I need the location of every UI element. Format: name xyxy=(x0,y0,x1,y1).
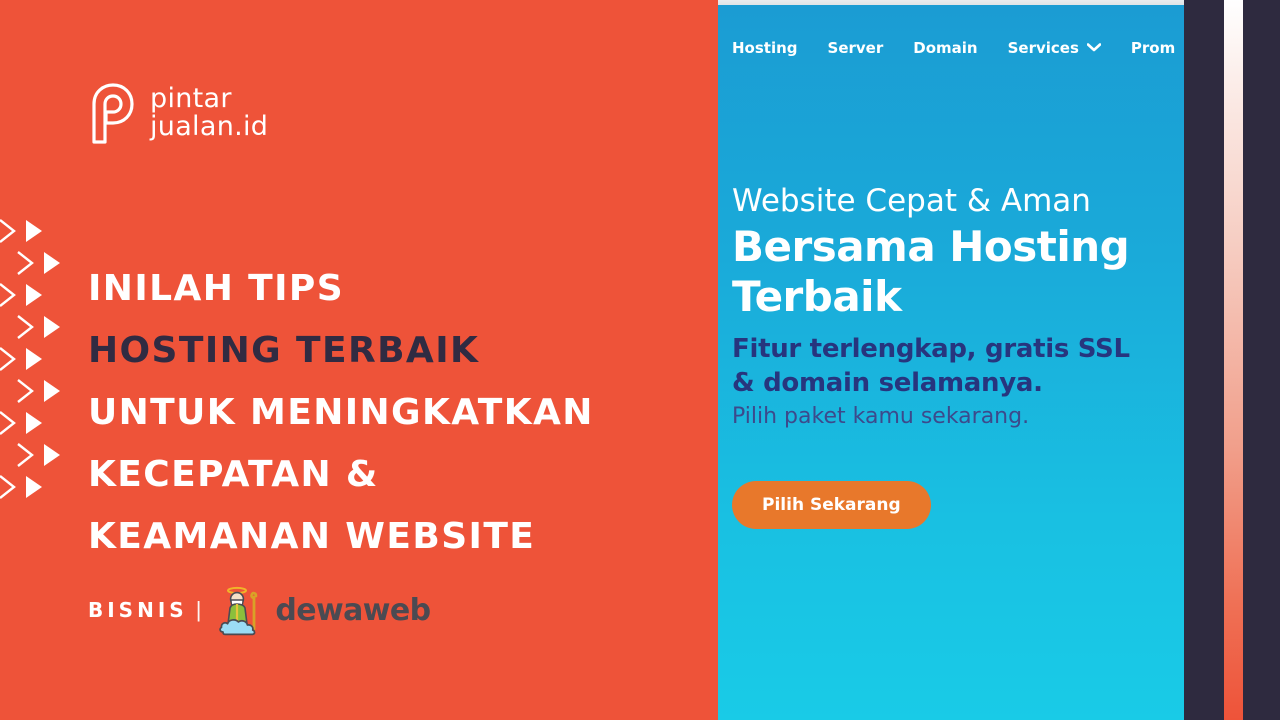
headline-line-1: INILAH TIPS xyxy=(88,268,345,309)
hero-title-bold-line-1: Bersama Hosting xyxy=(732,222,1130,271)
double-chevron-pattern-icon xyxy=(0,218,62,508)
nav-item-services[interactable]: Services xyxy=(1007,39,1102,57)
nav-label: Services xyxy=(1007,39,1079,57)
credit-row: BISNIS | dewaweb xyxy=(88,582,431,638)
brand-line-1: pintar xyxy=(150,83,232,115)
dewaweb-sage-cloud-logo-icon xyxy=(215,582,271,638)
hero-note: Pilih paket kamu sekarang. xyxy=(732,404,1030,429)
site-navbar: Hosting Server Domain Services Prom xyxy=(718,26,1184,70)
right-navy-band-inner xyxy=(1184,0,1224,720)
headline-line-4: KECEPATAN & xyxy=(88,454,379,495)
browser-chrome-bar xyxy=(718,0,1184,5)
headline-line-3: UNTUK MENINGKATKAN xyxy=(88,392,594,433)
brand-logo[interactable]: pintar jualan.id xyxy=(88,82,268,144)
chevron-down-icon xyxy=(1086,42,1102,54)
headline-line-2: HOSTING TERBAIK xyxy=(88,330,480,371)
hero-title-light: Website Cepat & Aman xyxy=(732,183,1091,219)
partner-logo[interactable]: dewaweb xyxy=(215,582,431,638)
brand-wordmark: pintar jualan.id xyxy=(150,85,268,140)
nav-item-hosting[interactable]: Hosting xyxy=(732,39,798,57)
hero-subtitle-line-1: Fitur terlengkap, gratis SSL xyxy=(732,334,1130,364)
nav-label: Domain xyxy=(913,39,978,57)
nav-label: Prom xyxy=(1130,39,1176,57)
nav-label: Hosting xyxy=(732,39,798,57)
headline-line-5: KEAMANAN WEBSITE xyxy=(88,516,536,557)
brand-line-2: jualan.id xyxy=(150,111,269,142)
pilih-sekarang-button[interactable]: Pilih Sekarang xyxy=(732,481,931,529)
hero-copy: Website Cepat & Aman Bersama Hosting Ter… xyxy=(732,180,1182,432)
left-orange-panel: pintar jualan.id INILAH TIPS HOSTING TER… xyxy=(0,0,718,720)
hero-title-bold-line-2: Terbaik xyxy=(732,272,902,321)
page-title: INILAH TIPS HOSTING TERBAIK UNTUK MENING… xyxy=(88,258,698,568)
browser-screenshot: Hosting Server Domain Services Prom Webs… xyxy=(718,0,1184,720)
nav-item-server[interactable]: Server xyxy=(828,39,884,57)
slide-canvas: pintar jualan.id INILAH TIPS HOSTING TER… xyxy=(0,0,1280,720)
right-navy-band-outer xyxy=(1243,0,1280,720)
nav-item-promo[interactable]: Prom xyxy=(1131,39,1175,57)
partner-name: dewaweb xyxy=(275,592,431,628)
credit-separator: | xyxy=(195,597,202,622)
hero-subtitle-line-2: & domain selamanya. xyxy=(732,368,1043,398)
right-gradient-strip xyxy=(1224,0,1243,720)
pintarjualan-p-logo-icon xyxy=(88,82,136,144)
nav-label: Server xyxy=(827,39,884,57)
category-label: BISNIS xyxy=(88,598,188,622)
nav-item-domain[interactable]: Domain xyxy=(913,39,977,57)
